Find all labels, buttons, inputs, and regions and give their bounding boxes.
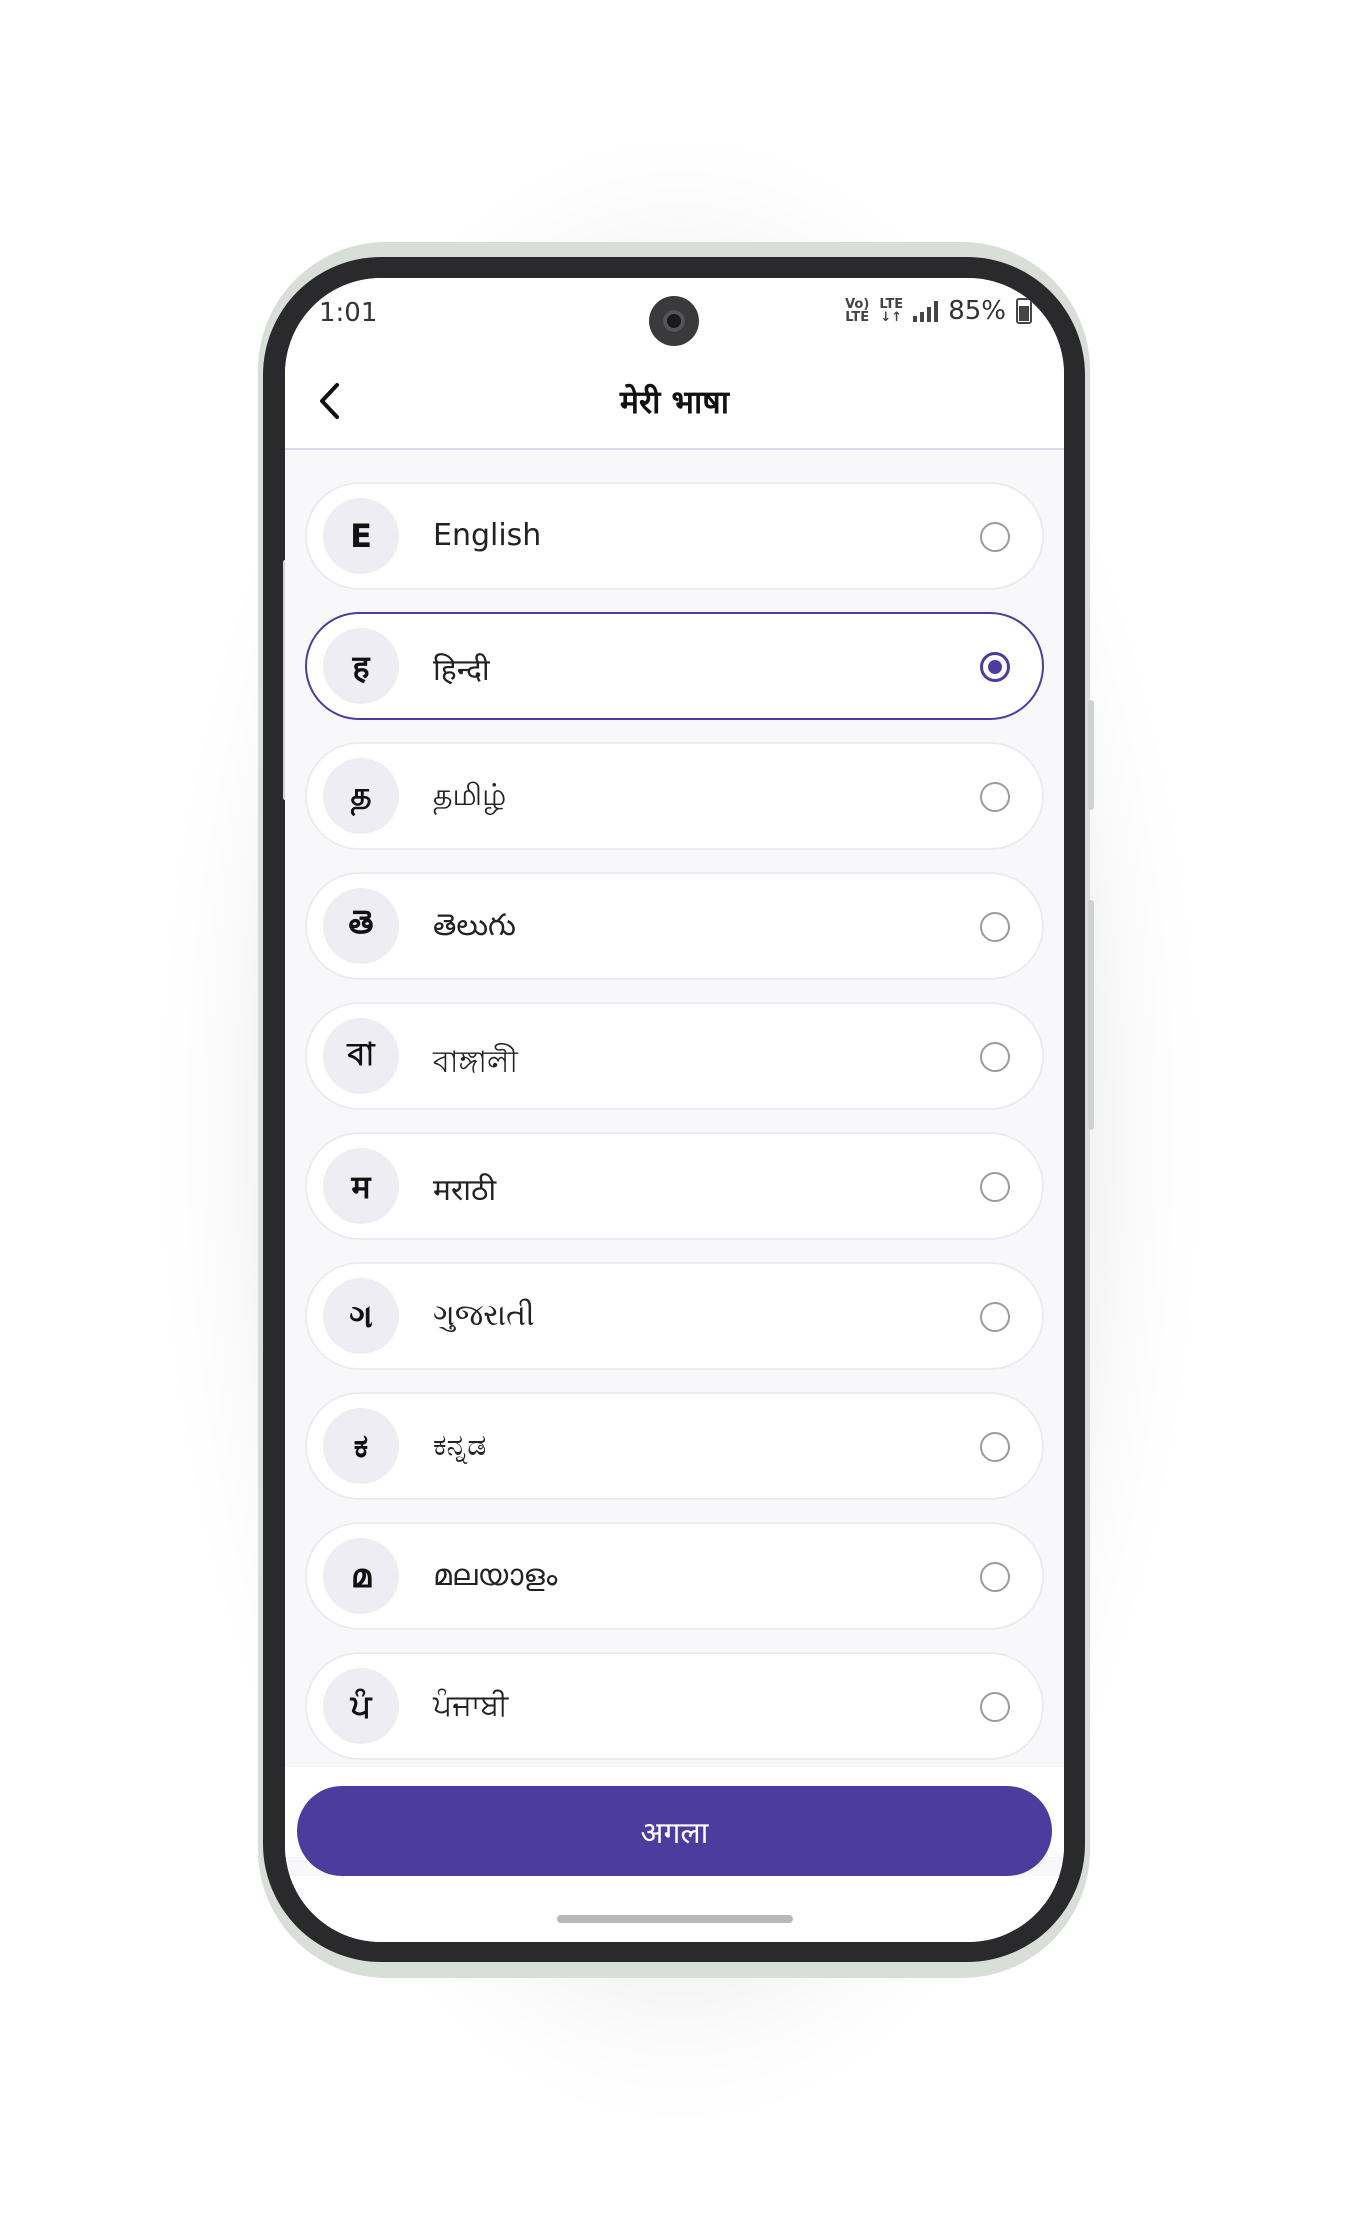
language-glyph-avatar: ગ [323, 1278, 399, 1354]
language-name: ಕನ್ನಡ [433, 1428, 487, 1463]
language-option[interactable]: ಕ ಕನ್ನಡ [305, 1392, 1044, 1500]
app-header: मेरी भाषा [285, 354, 1064, 450]
radio-unchecked-icon[interactable] [980, 1432, 1010, 1462]
radio-unchecked-icon[interactable] [980, 1562, 1010, 1592]
language-glyph-avatar: E [323, 498, 399, 574]
language-name: മലയാളം [433, 1558, 558, 1593]
language-glyph-avatar: ಕ [323, 1408, 399, 1484]
language-name: বাঙ্গালী [433, 1045, 518, 1080]
front-camera [649, 296, 699, 346]
language-option[interactable]: ह हिन्दी [305, 612, 1044, 720]
language-name: ગુજરાતી [433, 1298, 535, 1333]
language-option[interactable]: മ മലയാളം [305, 1522, 1044, 1630]
volume-button [1088, 700, 1094, 810]
status-icons: Vo) LTE LTE ↓↑ 85% [845, 296, 1032, 326]
language-name: தமிழ் [433, 778, 507, 813]
language-name: हिन्दी [433, 653, 490, 688]
language-name: मराठी [433, 1173, 497, 1208]
language-name: English [433, 518, 542, 553]
radio-unchecked-icon[interactable] [980, 782, 1010, 812]
language-option[interactable]: म मराठी [305, 1132, 1044, 1240]
radio-unchecked-icon[interactable] [980, 522, 1010, 552]
phone-screen: 1:01 Vo) LTE LTE ↓↑ 85% मेरी भाषा E English… [285, 278, 1064, 1942]
radio-unchecked-icon[interactable] [980, 912, 1010, 942]
radio-unchecked-icon[interactable] [980, 1042, 1010, 1072]
language-glyph-avatar: ह [323, 628, 399, 704]
language-list: E English ह हिन्दी த தமிழ் తె తెలుగు বা বাঙ্গালী म… [305, 482, 1044, 1782]
language-glyph-avatar: த [323, 758, 399, 834]
lte-data-icon: LTE ↓↑ [879, 297, 904, 325]
language-name: ਪੰਜਾਬੀ [433, 1688, 509, 1723]
radio-unchecked-icon[interactable] [980, 1302, 1010, 1332]
signal-icon [913, 300, 939, 322]
volte-icon: Vo) LTE [845, 297, 870, 325]
language-option[interactable]: ગ ગુજરાતી [305, 1262, 1044, 1370]
radio-unchecked-icon[interactable] [980, 1172, 1010, 1202]
status-time: 1:01 [319, 298, 378, 328]
home-indicator[interactable] [557, 1915, 793, 1923]
language-glyph-avatar: മ [323, 1538, 399, 1614]
language-option[interactable]: ਪੰ ਪੰਜਾਬੀ [305, 1652, 1044, 1760]
language-option[interactable]: తె తెలుగు [305, 872, 1044, 980]
radio-unchecked-icon[interactable] [980, 1692, 1010, 1722]
status-bar: 1:01 Vo) LTE LTE ↓↑ 85% [285, 278, 1064, 354]
language-option[interactable]: E English [305, 482, 1044, 590]
battery-icon [1016, 298, 1032, 324]
language-glyph-avatar: ਪੰ [323, 1668, 399, 1744]
next-button[interactable]: अगला [297, 1786, 1052, 1876]
language-option[interactable]: বা বাঙ্গালী [305, 1002, 1044, 1110]
language-glyph-avatar: తె [323, 888, 399, 964]
language-glyph-avatar: বা [323, 1018, 399, 1094]
language-name: తెలుగు [433, 908, 516, 943]
page-title: मेरी भाषा [619, 383, 730, 421]
power-button [1088, 900, 1094, 1130]
bottom-bar [285, 1876, 1064, 1942]
battery-percent: 85% [948, 296, 1006, 326]
language-option[interactable]: த தமிழ் [305, 742, 1044, 850]
language-glyph-avatar: म [323, 1148, 399, 1224]
radio-checked-icon[interactable] [980, 652, 1010, 682]
